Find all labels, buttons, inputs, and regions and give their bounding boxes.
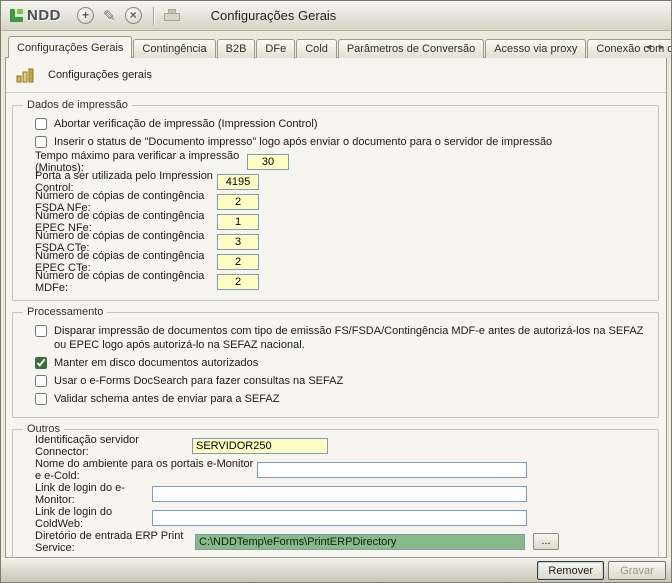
field-row: Número de cópias de contingência EPEC NF… [35, 213, 648, 230]
checkbox-label: Validar schema antes de enviar para a SE… [54, 392, 279, 406]
checkbox-label: Manter em disco documentos autorizados [54, 356, 258, 370]
field-row: Nome do ambiente para os portais e-Monit… [35, 461, 648, 478]
group-title: Dados de impressão [23, 99, 132, 111]
section-header: Configurações gerais [6, 58, 666, 93]
add-button[interactable]: + [77, 7, 94, 24]
chevron-right-icon: ▶ [659, 44, 664, 51]
app-window: NDD + ✎ × Configurações Gerais Configura… [0, 0, 672, 583]
manter-em-disco-checkbox[interactable] [35, 357, 47, 369]
tab-scroll-left-button[interactable]: ◀ [643, 41, 654, 54]
copias-epec-cte-input[interactable] [217, 254, 259, 270]
checkbox-label: Disparar impressão de documentos com tip… [54, 324, 648, 352]
group-title: Processamento [23, 306, 107, 318]
printer-icon [164, 9, 180, 22]
field-label: Diretório de entrada ERP Print Service: [35, 530, 195, 554]
copias-mdfe-input[interactable] [217, 274, 259, 290]
abortar-verificacao-checkbox[interactable] [35, 118, 47, 130]
usar-docsearch-checkbox[interactable] [35, 375, 47, 387]
checkbox-label: Usar o e-Forms DocSearch para fazer cons… [54, 374, 343, 388]
field-row: Link de login do e-Monitor: [35, 485, 648, 502]
edit-button[interactable]: ✎ [103, 7, 116, 25]
tab-configuracoes-gerais[interactable]: Configurações Gerais [8, 36, 132, 58]
copias-fsda-cte-input[interactable] [217, 234, 259, 250]
group-dados-de-impressao: Dados de impressão Abortar verificação d… [12, 99, 659, 301]
copias-fsda-nfe-input[interactable] [217, 194, 259, 210]
tab-parametros-de-conversao[interactable]: Parâmetros de Conversão [338, 39, 484, 58]
tab-content-panel: Configurações gerais Dados de impressão … [5, 57, 667, 558]
tempo-maximo-input[interactable] [247, 154, 289, 170]
tab-b2b[interactable]: B2B [217, 39, 256, 58]
identificacao-servidor-input[interactable] [192, 438, 328, 454]
remover-button[interactable]: Remover [537, 561, 604, 580]
diretorio-erp-input[interactable] [195, 534, 525, 550]
field-row: Número de cópias de contingência FSDA CT… [35, 233, 648, 250]
nome-ambiente-input[interactable] [257, 462, 527, 478]
ndd-logo-icon [9, 8, 24, 23]
field-row: Tempo máximo para verificar a impressão … [35, 153, 648, 170]
field-row: Número de cópias de contingência MDFe: [35, 273, 648, 290]
chart-icon [16, 67, 36, 83]
checkbox-row: Inserir o status de "Documento impresso"… [35, 135, 648, 149]
checkbox-row: Validar schema antes de enviar para a SE… [35, 392, 648, 406]
chevron-left-icon: ◀ [646, 44, 651, 51]
link-coldweb-input[interactable] [152, 510, 527, 526]
field-row: Diretório de entrada ERP Print Service: … [35, 533, 648, 550]
tab-acesso-via-proxy[interactable]: Acesso via proxy [485, 39, 586, 58]
link-emonitor-input[interactable] [152, 486, 527, 502]
inserir-status-checkbox[interactable] [35, 136, 47, 148]
field-label: Identificação servidor Connector: [35, 434, 192, 458]
field-row: Identificação servidor Connector: [35, 437, 648, 454]
tab-bar: Configurações Gerais Contingência B2B DF… [1, 31, 671, 58]
field-label: Nome do ambiente para os portais e-Monit… [35, 458, 257, 482]
checkbox-row: Abortar verificação de impressão (Impres… [35, 117, 648, 131]
toolbar: NDD + ✎ × Configurações Gerais [1, 1, 671, 31]
pencil-icon: ✎ [103, 7, 116, 25]
field-row: Porta a ser utilizada pelo Impression Co… [35, 173, 648, 190]
toolbar-divider [153, 7, 154, 25]
tab-scroll-right-button[interactable]: ▶ [656, 41, 667, 54]
tab-dfe[interactable]: DFe [256, 39, 295, 58]
plus-icon: + [77, 7, 94, 24]
field-label: Link de login do e-Monitor: [35, 482, 152, 506]
tab-scroll-buttons: ◀ ▶ [643, 41, 667, 54]
field-label: Link de login do ColdWeb: [35, 506, 152, 530]
field-row: Link de login do ColdWeb: [35, 509, 648, 526]
footer-bar: Remover Gravar [1, 558, 671, 582]
browse-button[interactable]: ... [533, 533, 559, 550]
group-processamento: Processamento Disparar impressão de docu… [12, 306, 659, 418]
delete-button[interactable]: × [125, 7, 142, 24]
field-label: Número de cópias de contingência MDFe: [35, 270, 217, 294]
group-outros: Outros Identificação servidor Connector:… [12, 423, 659, 558]
checkbox-label: Inserir o status de "Documento impresso"… [54, 135, 552, 149]
field-row: Número de cópias de contingência FSDA NF… [35, 193, 648, 210]
copias-epec-nfe-input[interactable] [217, 214, 259, 230]
checkbox-label: Abortar verificação de impressão (Impres… [54, 117, 318, 131]
tab-cold[interactable]: Cold [296, 39, 337, 58]
section-header-label: Configurações gerais [48, 69, 152, 81]
disparar-impressao-checkbox[interactable] [35, 325, 47, 337]
page-title: Configurações Gerais [211, 8, 337, 23]
checkbox-row: Usar o e-Forms DocSearch para fazer cons… [35, 374, 648, 388]
ndd-logo: NDD [9, 7, 61, 24]
checkbox-row: Manter em disco documentos autorizados [35, 356, 648, 370]
validar-schema-checkbox[interactable] [35, 393, 47, 405]
gravar-button[interactable]: Gravar [608, 561, 666, 580]
print-button[interactable] [164, 9, 180, 22]
field-row: Número de cópias de contingência EPEC CT… [35, 253, 648, 270]
ndd-logo-text: NDD [27, 7, 61, 24]
porta-impression-control-input[interactable] [217, 174, 259, 190]
close-icon: × [125, 7, 142, 24]
checkbox-row: Disparar impressão de documentos com tip… [35, 324, 648, 352]
tab-contingencia[interactable]: Contingência [133, 39, 215, 58]
